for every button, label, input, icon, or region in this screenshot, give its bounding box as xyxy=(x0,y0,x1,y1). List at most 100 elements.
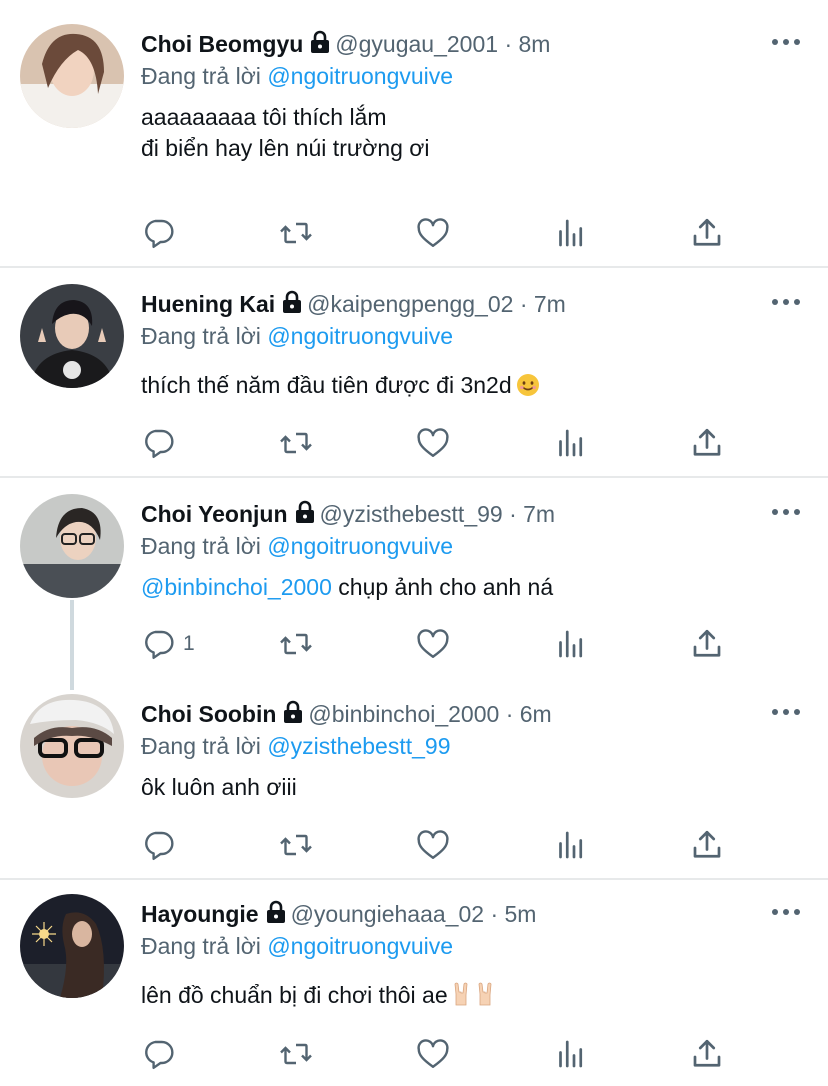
views-button[interactable] xyxy=(553,626,589,662)
tweet[interactable]: Huening Kai @kaipengpengg_02 · 7m Đang tr… xyxy=(0,260,828,478)
handle[interactable]: @youngiehaaa_02 xyxy=(291,901,484,927)
action-bar: 1 xyxy=(141,626,741,666)
handle[interactable]: @yzisthebestt_99 xyxy=(320,501,503,527)
share-button[interactable] xyxy=(689,1036,725,1072)
heart-icon xyxy=(415,1036,451,1072)
retweet-button[interactable] xyxy=(277,1036,315,1072)
reply-button[interactable] xyxy=(141,425,177,461)
more-options-icon[interactable] xyxy=(770,500,802,524)
share-icon xyxy=(689,626,725,662)
retweet-button[interactable] xyxy=(277,827,315,863)
replying-to: Đang trả lời @ngoitruongvuive xyxy=(141,931,453,961)
tweet-text: ôk luôn anh ơiii xyxy=(141,772,297,803)
tweet[interactable]: Choi Beomgyu @gyugau_2001 · 8m Đang trả l… xyxy=(0,0,828,268)
tweet-text: thích thế năm đầu tiên được đi 3n2d xyxy=(141,370,540,405)
avatar[interactable] xyxy=(20,24,124,128)
lock-icon xyxy=(282,700,304,731)
share-button[interactable] xyxy=(689,626,725,662)
display-name[interactable]: Choi Beomgyu xyxy=(141,31,303,57)
more-options-icon[interactable] xyxy=(770,290,802,314)
like-button[interactable] xyxy=(415,827,451,863)
replying-to: Đang trả lời @ngoitruongvuive xyxy=(141,531,453,561)
views-button[interactable] xyxy=(553,827,589,863)
handle[interactable]: @binbinchoi_2000 xyxy=(308,701,499,727)
reply-mention-link[interactable]: @ngoitruongvuive xyxy=(267,323,453,349)
analytics-icon xyxy=(553,215,589,251)
retweet-button[interactable] xyxy=(277,626,315,662)
avatar[interactable] xyxy=(20,494,124,598)
mention-link[interactable]: @binbinchoi_2000 xyxy=(141,574,332,600)
display-name[interactable]: Choi Soobin xyxy=(141,701,276,727)
retweet-button[interactable] xyxy=(277,215,315,251)
tweet-text-line: thích thế năm đầu tiên được đi 3n2d xyxy=(141,372,512,398)
timestamp[interactable]: · 5m xyxy=(490,901,536,927)
reply-button[interactable] xyxy=(141,215,177,251)
tweet[interactable]: Choi Soobin @binbinchoi_2000 · 6m Đang tr… xyxy=(0,670,828,880)
reply-button[interactable] xyxy=(141,827,177,863)
views-button[interactable] xyxy=(553,215,589,251)
display-name[interactable]: Choi Yeonjun xyxy=(141,501,288,527)
tweet[interactable]: Hayoungie @youngiehaaa_02 · 5m Đang trả l… xyxy=(0,870,828,1086)
lock-icon xyxy=(294,500,316,531)
views-button[interactable] xyxy=(553,425,589,461)
share-icon xyxy=(689,1036,725,1072)
more-options-icon[interactable] xyxy=(770,30,802,54)
heart-icon xyxy=(415,827,451,863)
retweet-icon xyxy=(277,827,315,863)
avatar[interactable] xyxy=(20,694,124,798)
action-bar xyxy=(141,1036,741,1076)
analytics-icon xyxy=(553,626,589,662)
sign-of-horns-emoji xyxy=(452,981,500,1015)
like-button[interactable] xyxy=(415,215,451,251)
reply-mention-link[interactable]: @ngoitruongvuive xyxy=(267,533,453,559)
action-bar xyxy=(141,827,741,867)
share-icon xyxy=(689,425,725,461)
like-button[interactable] xyxy=(415,425,451,461)
timestamp[interactable]: · 8m xyxy=(504,31,550,57)
smiling-face-emoji xyxy=(516,373,540,405)
handle[interactable]: @gyugau_2001 xyxy=(335,31,498,57)
tweet-header: Huening Kai @kaipengpengg_02 · 7m xyxy=(141,289,566,321)
share-button[interactable] xyxy=(689,827,725,863)
retweet-icon xyxy=(277,215,315,251)
retweet-icon xyxy=(277,626,315,662)
more-options-icon[interactable] xyxy=(770,700,802,724)
like-button[interactable] xyxy=(415,626,451,662)
tweet-header: Hayoungie @youngiehaaa_02 · 5m xyxy=(141,899,536,931)
reply-mention-link[interactable]: @ngoitruongvuive xyxy=(267,933,453,959)
handle[interactable]: @kaipengpengg_02 xyxy=(307,291,513,317)
lock-icon xyxy=(309,30,331,61)
reply-button[interactable]: 1 xyxy=(141,626,195,662)
reply-prefix: Đang trả lời xyxy=(141,63,261,89)
timestamp[interactable]: · 7m xyxy=(509,501,555,527)
reply-prefix: Đang trả lời xyxy=(141,733,261,759)
timestamp[interactable]: · 7m xyxy=(520,291,566,317)
replying-to: Đang trả lời @yzisthebestt_99 xyxy=(141,731,450,761)
reply-mention-link[interactable]: @yzisthebestt_99 xyxy=(267,733,450,759)
replies-feed: Choi Beomgyu @gyugau_2001 · 8m Đang trả l… xyxy=(0,0,828,1086)
tweet-header: Choi Soobin @binbinchoi_2000 · 6m xyxy=(141,699,552,731)
display-name[interactable]: Hayoungie xyxy=(141,901,259,927)
tweet-text-line: aaaaaaaaa tôi thích lắm xyxy=(141,104,387,130)
avatar[interactable] xyxy=(20,284,124,388)
action-bar xyxy=(141,425,741,465)
reply-button[interactable] xyxy=(141,1036,177,1072)
reply-icon xyxy=(141,425,177,461)
views-button[interactable] xyxy=(553,1036,589,1072)
display-name[interactable]: Huening Kai xyxy=(141,291,275,317)
retweet-button[interactable] xyxy=(277,425,315,461)
reply-icon xyxy=(141,1036,177,1072)
tweet[interactable]: Choi Yeonjun @yzisthebestt_99 · 7m Đang t… xyxy=(0,470,828,680)
avatar[interactable] xyxy=(20,894,124,998)
lock-icon xyxy=(281,290,303,321)
like-button[interactable] xyxy=(415,1036,451,1072)
more-options-icon[interactable] xyxy=(770,900,802,924)
reply-mention-link[interactable]: @ngoitruongvuive xyxy=(267,63,453,89)
lock-icon xyxy=(265,900,287,931)
reply-prefix: Đang trả lời xyxy=(141,323,261,349)
timestamp[interactable]: · 6m xyxy=(506,701,552,727)
share-button[interactable] xyxy=(689,425,725,461)
replying-to: Đang trả lời @ngoitruongvuive xyxy=(141,61,453,91)
tweet-text-line: ôk luôn anh ơiii xyxy=(141,774,297,800)
share-button[interactable] xyxy=(689,215,725,251)
